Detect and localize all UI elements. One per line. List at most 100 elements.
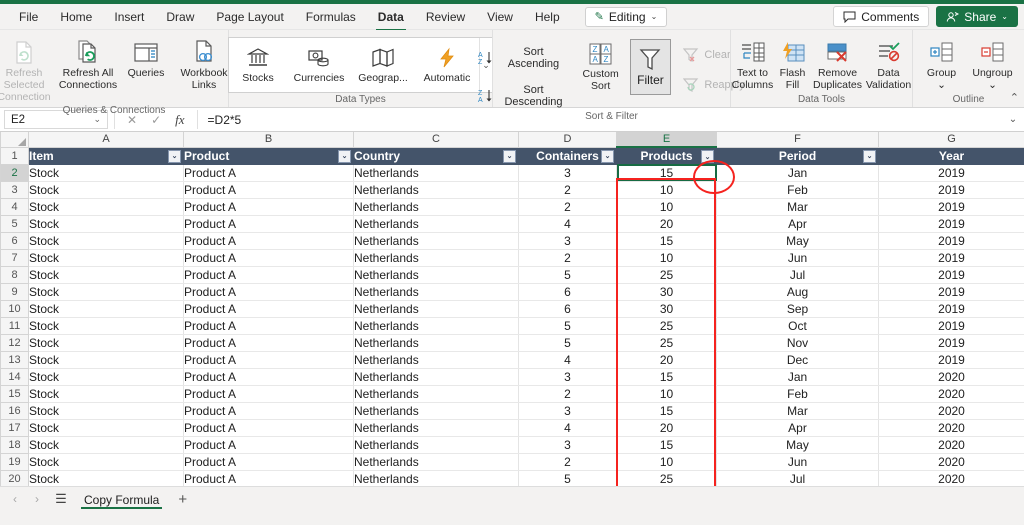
column-header-b[interactable]: B [183,132,354,148]
cell-country-5[interactable]: Netherlands [353,215,519,233]
cell-item-10[interactable]: Stock [28,300,184,318]
row-header-7[interactable]: 7 [0,248,29,267]
cell-item-9[interactable]: Stock [28,283,184,301]
cell-product-15[interactable]: Product A [183,385,354,403]
cell-products-10[interactable]: 30 [616,300,717,318]
column-header-f[interactable]: F [716,132,879,148]
cell-item-11[interactable]: Stock [28,317,184,335]
row-header-8[interactable]: 8 [0,265,29,284]
cell-year-20[interactable]: 2020 [878,470,1024,486]
row-header-6[interactable]: 6 [0,231,29,250]
flash-fill-button[interactable]: Flash Fill [775,37,811,93]
row-header-15[interactable]: 15 [0,384,29,403]
filter-button[interactable]: Filter [629,39,672,95]
cell-item-20[interactable]: Stock [28,470,184,486]
refresh-selected-connection-button[interactable]: Refresh Selected Connection [0,37,56,105]
share-button[interactable]: Share ⌄ [936,6,1018,27]
cell-products-7[interactable]: 10 [616,249,717,267]
row-header-10[interactable]: 10 [0,299,29,318]
cell-products-19[interactable]: 10 [616,453,717,471]
filter-dropdown-icon[interactable]: ⌄ [503,149,516,163]
row-header-4[interactable]: 4 [0,197,29,216]
cell-item-19[interactable]: Stock [28,453,184,471]
data-validation-button[interactable]: Data Validation [865,37,913,93]
cell-country-16[interactable]: Netherlands [353,402,519,420]
stocks-button[interactable]: Stocks [229,38,287,86]
cell-period-12[interactable]: Nov [716,334,879,352]
cell-item-14[interactable]: Stock [28,368,184,386]
cell-country-17[interactable]: Netherlands [353,419,519,437]
row-header-18[interactable]: 18 [0,435,29,454]
insert-function-icon[interactable]: fx [175,112,184,128]
row-header-3[interactable]: 3 [0,180,29,199]
cell-products-11[interactable]: 25 [616,317,717,335]
cell-product-9[interactable]: Product A [183,283,354,301]
cell-products-13[interactable]: 20 [616,351,717,369]
cell-period-19[interactable]: Jun [716,453,879,471]
cell-country-18[interactable]: Netherlands [353,436,519,454]
cell-period-14[interactable]: Jan [716,368,879,386]
cell-product-7[interactable]: Product A [183,249,354,267]
cell-country-19[interactable]: Netherlands [353,453,519,471]
cell-country-3[interactable]: Netherlands [353,181,519,199]
cell-product-2[interactable]: Product A [183,164,354,182]
tab-file[interactable]: File [8,5,49,29]
cell-country-15[interactable]: Netherlands [353,385,519,403]
cell-period-15[interactable]: Feb [716,385,879,403]
column-header-e[interactable]: E [616,132,717,148]
sort-ascending-button[interactable]: A Z Sort Ascending [474,43,571,73]
tab-page-layout[interactable]: Page Layout [205,5,294,29]
cell-year-3[interactable]: 2019 [878,181,1024,199]
cell-country-9[interactable]: Netherlands [353,283,519,301]
cell-country-2[interactable]: Netherlands [353,164,519,182]
cell-products-17[interactable]: 20 [616,419,717,437]
cell-product-6[interactable]: Product A [183,232,354,250]
cell-products-4[interactable]: 10 [616,198,717,216]
cell-containers-7[interactable]: 2 [518,249,617,267]
cell-year-19[interactable]: 2020 [878,453,1024,471]
cell-year-11[interactable]: 2019 [878,317,1024,335]
tab-view[interactable]: View [476,5,524,29]
row-header-16[interactable]: 16 [0,401,29,420]
row-header-20[interactable]: 20 [0,469,29,486]
editing-mode-button[interactable]: ✎ Editing ⌄ [584,6,668,27]
comments-button[interactable]: Comments [833,6,930,27]
cell-period-3[interactable]: Feb [716,181,879,199]
row-header-17[interactable]: 17 [0,418,29,437]
cell-containers-19[interactable]: 2 [518,453,617,471]
cell-containers-6[interactable]: 3 [518,232,617,250]
cell-products-5[interactable]: 20 [616,215,717,233]
cell-item-17[interactable]: Stock [28,419,184,437]
cell-containers-12[interactable]: 5 [518,334,617,352]
row-header-14[interactable]: 14 [0,367,29,386]
row-header-12[interactable]: 12 [0,333,29,352]
cell-year-17[interactable]: 2020 [878,419,1024,437]
cell-containers-13[interactable]: 4 [518,351,617,369]
cell-year-8[interactable]: 2019 [878,266,1024,284]
cell-containers-8[interactable]: 5 [518,266,617,284]
cell-products-12[interactable]: 25 [616,334,717,352]
tab-draw[interactable]: Draw [155,5,205,29]
cell-year-4[interactable]: 2019 [878,198,1024,216]
cell-item-5[interactable]: Stock [28,215,184,233]
cell-period-16[interactable]: Mar [716,402,879,420]
cell-product-20[interactable]: Product A [183,470,354,486]
cell-period-6[interactable]: May [716,232,879,250]
cell-period-2[interactable]: Jan [716,164,879,182]
custom-sort-button[interactable]: Z A A Z Custom Sort [576,39,626,94]
chevron-right-icon[interactable]: › [27,492,47,506]
geography-button[interactable]: Geograp... [351,38,415,86]
cell-containers-18[interactable]: 3 [518,436,617,454]
cell-products-2[interactable]: 15 [616,164,717,182]
cell-item-4[interactable]: Stock [28,198,184,216]
cell-period-7[interactable]: Jun [716,249,879,267]
queries-button[interactable]: Queries [120,37,172,81]
cell-item-8[interactable]: Stock [28,266,184,284]
formula-bar-expand-button[interactable]: ⌄ [1002,114,1024,125]
cell-country-8[interactable]: Netherlands [353,266,519,284]
cell-products-20[interactable]: 25 [616,470,717,486]
cell-year-5[interactable]: 2019 [878,215,1024,233]
refresh-all-connections-button[interactable]: Refresh All Connections [56,37,120,93]
cell-country-13[interactable]: Netherlands [353,351,519,369]
cell-products-3[interactable]: 10 [616,181,717,199]
